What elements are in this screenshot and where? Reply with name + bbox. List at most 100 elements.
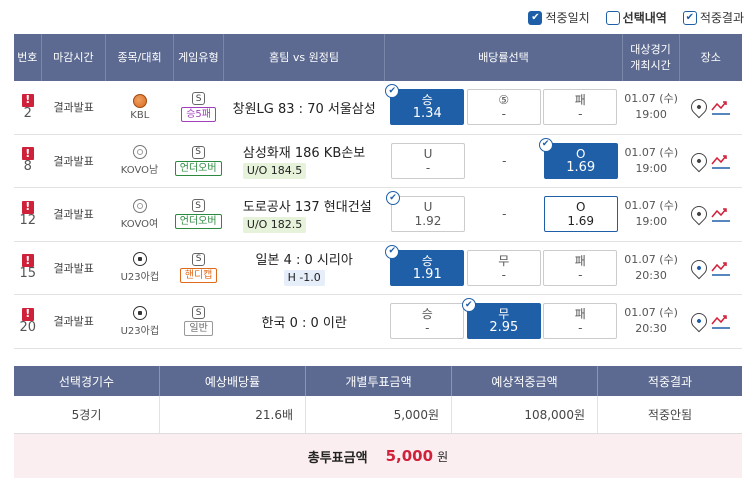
soccer-ball-icon (132, 252, 147, 267)
check-circle-icon: ✔ (385, 84, 400, 99)
s-badge-icon: S (192, 306, 206, 320)
game-number: 20 (19, 319, 37, 335)
odds-button-over-result[interactable]: O 1.69 (543, 196, 618, 233)
summary-values: 5경기 21.6배 5,000원 108,000원 적중안됨 (14, 396, 742, 434)
deadline-status: 결과발표 (53, 154, 94, 168)
match-teams: 도로공사 137 현대건설 (242, 199, 372, 215)
odds-button-over[interactable]: ✔ O 1.69 (538, 137, 618, 179)
odds-button-lose[interactable]: 패 - (543, 249, 618, 286)
check-circle-icon: ✔ (461, 298, 476, 313)
trend-chart-icon[interactable] (711, 99, 731, 115)
odds-button-none: - (467, 196, 542, 233)
location-pin-icon[interactable] (687, 149, 711, 173)
header-odds: 배당률선택 (385, 34, 623, 81)
game-time: 19:00 (635, 161, 668, 175)
s-badge-icon: S (192, 252, 206, 266)
check-circle-icon: ✔ (386, 191, 400, 206)
game-type-tag: 언더오버 (174, 214, 222, 230)
game-date: 01.07 (수) (624, 306, 678, 320)
game-type-tag: 핸디캡 (179, 267, 218, 283)
header-no: 번호 (14, 34, 42, 81)
league-name: U23아컵 (120, 325, 160, 337)
odds-button-win[interactable]: 승 - (390, 303, 465, 340)
game-date: 01.07 (수) (624, 145, 679, 159)
game-type-tag: 일반 (184, 321, 213, 337)
checkbox-outline-icon[interactable]: ✔ (682, 10, 697, 25)
league-name: U23아컵 (120, 272, 160, 284)
match-line: U/O 184.5 (242, 163, 307, 180)
game-date: 01.07 (수) (624, 92, 678, 106)
game-time: 20:30 (635, 268, 667, 282)
game-date: 01.07 (수) (624, 252, 678, 266)
check-circle-icon: ✔ (385, 244, 400, 259)
bet-summary: 선택경기수 예상배당률 개별투표금액 예상적중금액 적중결과 5경기 21.6배… (14, 366, 742, 478)
total-bet: 총투표금액 5,000 원 (14, 434, 742, 478)
odds-button-draw[interactable]: 무 - (466, 249, 541, 286)
volleyball-icon (132, 198, 147, 213)
soccer-ball-icon (132, 305, 147, 320)
match-line: U/O 182.5 (242, 216, 307, 233)
trend-chart-icon[interactable] (711, 260, 731, 276)
checkbox-checked-icon[interactable]: ✔ (528, 10, 543, 25)
odds-button-under[interactable]: U - (391, 142, 465, 179)
table-row: ! 2 결과발표 KBL S 승5패 창원LG 83 : 70 서울삼성 ✔ 승… (14, 81, 742, 135)
table-row: ! 12 결과발표 KOVO여 S 언더오버 도로공사 137 현대건설 U/O… (14, 188, 742, 242)
match-line: H -1.0 (283, 270, 325, 287)
odds-button-under[interactable]: ✔ U 1.92 (386, 191, 465, 233)
deadline-status: 결과발표 (53, 315, 94, 329)
table-row: ! 8 결과발표 KOVO남 S 언더오버 삼성화재 186 KB손보 U/O … (14, 134, 742, 188)
location-pin-icon[interactable] (687, 95, 711, 119)
game-number: 12 (19, 212, 37, 228)
volleyball-icon (132, 145, 147, 160)
trend-chart-icon[interactable] (711, 313, 731, 329)
filter-selection[interactable]: 선택내역 (605, 9, 667, 26)
odds-button-none: - (467, 142, 542, 179)
match-teams: 삼성화재 186 KB손보 (242, 146, 366, 162)
game-date: 01.07 (수) (624, 199, 679, 213)
filter-label: 선택내역 (622, 11, 667, 25)
alert-icon: ! (21, 93, 34, 107)
summary-stake: 5,000원 (306, 396, 452, 433)
checkbox-empty-icon[interactable] (605, 10, 620, 25)
location-pin-icon[interactable] (687, 309, 711, 333)
deadline-status: 결과발표 (53, 101, 94, 115)
deadline-status: 결과발표 (53, 208, 94, 222)
deadline-status: 결과발표 (53, 261, 94, 275)
header-place: 장소 (700, 50, 721, 64)
odds-button-draw[interactable]: ✔ 무 2.95 (461, 298, 541, 340)
summary-header: 선택경기수 예상배당률 개별투표금액 예상적중금액 적중결과 (14, 366, 742, 396)
game-number: 2 (23, 105, 32, 121)
s-badge-icon: S (192, 92, 206, 106)
filter-hit-match[interactable]: ✔ 적중일치 (528, 9, 590, 26)
odds-button-lose[interactable]: 패 - (543, 303, 618, 340)
match-teams: 한국 0 : 0 이란 (261, 315, 347, 331)
odds-button-lose[interactable]: 패 - (543, 89, 618, 126)
filter-hit-result[interactable]: ✔ 적중결과 (682, 9, 744, 26)
odds-button-win[interactable]: ✔ 승 1.91 (385, 244, 465, 286)
total-value: 5,000 (385, 447, 434, 465)
location-pin-icon[interactable] (687, 202, 711, 226)
odds-button-win[interactable]: ✔ 승 1.34 (385, 84, 465, 126)
summary-expected: 108,000원 (452, 396, 598, 433)
summary-header-odds: 예상배당률 (160, 366, 306, 396)
trend-chart-icon[interactable] (711, 153, 731, 169)
s-badge-icon: S (191, 199, 205, 213)
league-name: KOVO남 (120, 165, 159, 177)
summary-header-expected: 예상적중금액 (452, 366, 598, 396)
filter-label: 적중결과 (699, 11, 744, 25)
location-pin-icon[interactable] (687, 256, 711, 280)
summary-result: 적중안됨 (647, 408, 693, 422)
header-time: 대상경기 개최시간 (623, 34, 680, 81)
odds-button-margin[interactable]: ⑤ - (466, 89, 541, 126)
total-label: 총투표금액 (307, 450, 368, 466)
league-name: KOVO여 (120, 218, 159, 230)
summary-odds: 21.6배 (160, 396, 306, 433)
total-unit: 원 (437, 450, 449, 464)
game-number: 8 (23, 159, 32, 175)
header-type: 게임유형 (174, 34, 224, 81)
game-time: 19:00 (635, 108, 667, 122)
betting-table: 번호 마감시간 종목/대회 게임유형 홈팀 vs 원정팀 배당률선택 대상경기 … (14, 34, 742, 349)
basketball-icon (132, 93, 147, 108)
league-name: KBL (130, 109, 150, 121)
trend-chart-icon[interactable] (711, 206, 731, 222)
